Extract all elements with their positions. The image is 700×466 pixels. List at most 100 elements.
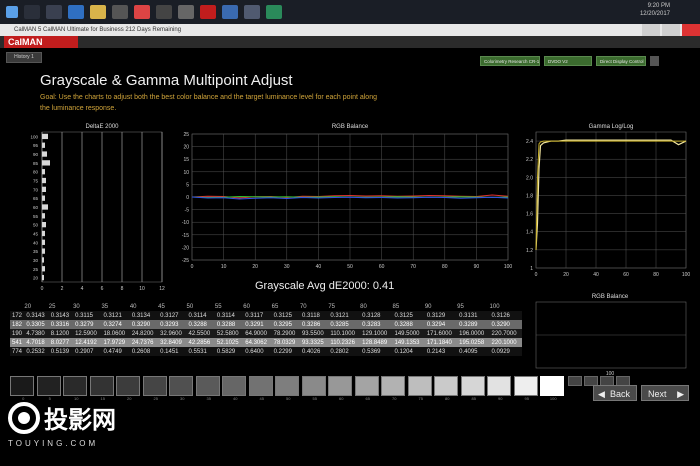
- swatch-color: [116, 376, 140, 396]
- edge-browser-icon[interactable]: [68, 5, 84, 19]
- table-cell: 0.3291: [243, 320, 272, 329]
- swatch-item[interactable]: 90: [487, 376, 514, 401]
- swatch-item[interactable]: 40: [222, 376, 249, 401]
- store-icon[interactable]: [112, 5, 128, 19]
- bar: [42, 274, 44, 281]
- x-tick-label: 0: [535, 272, 538, 278]
- table-cell: 196.0000: [457, 329, 490, 338]
- swatch-color: [248, 376, 273, 396]
- swatch-label: 95: [524, 396, 529, 401]
- table-cell: 0.3274: [101, 320, 130, 329]
- table-cell: 541: [10, 338, 25, 347]
- meter-device-button[interactable]: Colorimetry Research CR-100 (0037): [480, 56, 540, 66]
- windows-start-icon[interactable]: [6, 6, 18, 18]
- next-button[interactable]: Next ▶: [641, 385, 689, 401]
- y-tick-label: 2.0: [526, 175, 533, 181]
- swatch-item[interactable]: 70: [381, 376, 408, 401]
- minimize-button[interactable]: [642, 24, 660, 36]
- table-cell: 0.2532: [24, 347, 49, 356]
- calman-logo[interactable]: CalMAN: [4, 36, 78, 48]
- next-label: Next: [648, 389, 667, 399]
- y-tick-label: 45: [33, 231, 39, 236]
- x-tick-label: 80: [442, 264, 448, 270]
- stop-icon[interactable]: [568, 376, 582, 386]
- rgb-balance-chart: RGB Balance0 10 20 30 40 50 60 70 80 90 1002520151…: [182, 124, 513, 270]
- table-cell: 128.8489: [360, 338, 393, 347]
- x-tick-label: 4: [81, 286, 84, 292]
- app-icon[interactable]: [178, 5, 194, 19]
- task-view-icon[interactable]: [46, 5, 62, 19]
- display-device-button[interactable]: Direct Display Control: [596, 56, 646, 66]
- taskbar-clock[interactable]: 9:20 PM 12/20/2017: [640, 2, 670, 18]
- page-title: Grayscale & Gamma Multipoint Adjust: [40, 72, 293, 89]
- swatch-item[interactable]: 50: [275, 376, 302, 401]
- swatch-item[interactable]: 45: [248, 376, 276, 401]
- table-header-cell: 70: [299, 304, 307, 310]
- table-cell: 0.3288: [214, 320, 244, 329]
- x-tick-label: 50: [347, 264, 353, 270]
- table-cell: 0.3134: [129, 311, 159, 320]
- app-icon[interactable]: [266, 5, 282, 19]
- table-cell: 0.3289: [457, 320, 490, 329]
- tab-history[interactable]: History 1: [6, 52, 42, 63]
- swatch-item[interactable]: 35: [195, 376, 223, 401]
- swatch-item[interactable]: 30: [169, 376, 196, 401]
- table-row: 190 4.7380 8.1200 12.5900 18.0600 24.8200 32.9…: [10, 329, 522, 338]
- bar: [42, 177, 46, 184]
- table-cell: 110.1000: [328, 329, 361, 338]
- swatch-label: 30: [180, 396, 185, 401]
- grayscale-avg-summary: Grayscale Avg dE2000: 0.41: [255, 280, 395, 292]
- bar: [42, 248, 45, 254]
- swatch-item[interactable]: 85: [460, 376, 488, 401]
- swatch-color: [513, 376, 538, 396]
- bar: [42, 186, 46, 192]
- table-cell: 78.2900: [271, 329, 300, 338]
- swatch-item[interactable]: 100: [540, 376, 567, 401]
- swatch-item[interactable]: 75: [407, 376, 435, 401]
- app-icon[interactable]: [156, 5, 172, 19]
- table-cell: 0.2299: [271, 347, 300, 356]
- calman-taskbar-icon[interactable]: [200, 5, 216, 19]
- table-cell: 149.1353: [392, 338, 425, 347]
- chrome-icon[interactable]: [134, 5, 150, 19]
- x-tick-label: 6: [101, 286, 104, 292]
- search-icon[interactable]: [24, 5, 40, 19]
- swatch-item[interactable]: 65: [354, 376, 382, 401]
- watermark-logo-icon: [18, 412, 30, 424]
- table-cell: 32.8409: [158, 338, 187, 347]
- back-button[interactable]: ◀ Back: [593, 385, 637, 401]
- app-icon[interactable]: [244, 5, 260, 19]
- touying-watermark: 投影网 TOUYING.COM: [8, 402, 116, 448]
- table-header-cell: 20: [24, 304, 32, 310]
- table-cell: 0.3290: [489, 320, 522, 329]
- maximize-button[interactable]: [662, 24, 680, 36]
- swatch-item[interactable]: 60: [328, 376, 355, 401]
- table-cell: 0.3288: [392, 320, 425, 329]
- table-cell: 0.3128: [360, 311, 393, 320]
- app-menu-bar: [0, 36, 700, 48]
- app-icon[interactable]: [222, 5, 238, 19]
- swatch-label: 90: [498, 396, 503, 401]
- y-tick-label: 65: [33, 196, 39, 201]
- bar: [42, 195, 45, 201]
- table-cell: 64.9000: [243, 329, 272, 338]
- table-cell: 4.7380: [24, 329, 49, 338]
- table-cell: 0.3118: [299, 311, 329, 320]
- close-button[interactable]: [682, 24, 700, 36]
- y-tick-label: 60: [33, 205, 39, 210]
- swatch-item[interactable]: 80: [434, 376, 461, 401]
- swatch-color: [407, 376, 432, 396]
- swatch-item[interactable]: 55: [301, 376, 329, 401]
- x-tick-label: 10: [139, 286, 145, 292]
- deltae-chart: DeltaE 2000 0 2 4 6 8 10 12 100 95 90 85 80 75 70 65 60 5…: [30, 124, 165, 292]
- swatch-color: [540, 376, 564, 396]
- swatch-label: 60: [339, 396, 344, 401]
- swatch-item[interactable]: 95: [513, 376, 541, 401]
- settings-icon[interactable]: [650, 56, 659, 66]
- table-cell: 0.3293: [158, 320, 187, 329]
- table-cell: 0.3114: [214, 311, 244, 320]
- source-device-button[interactable]: DVDO V2: [544, 56, 592, 66]
- table-cell: 0.3283: [360, 320, 393, 329]
- y-tick-label: 25: [33, 267, 39, 272]
- file-explorer-icon[interactable]: [90, 5, 106, 19]
